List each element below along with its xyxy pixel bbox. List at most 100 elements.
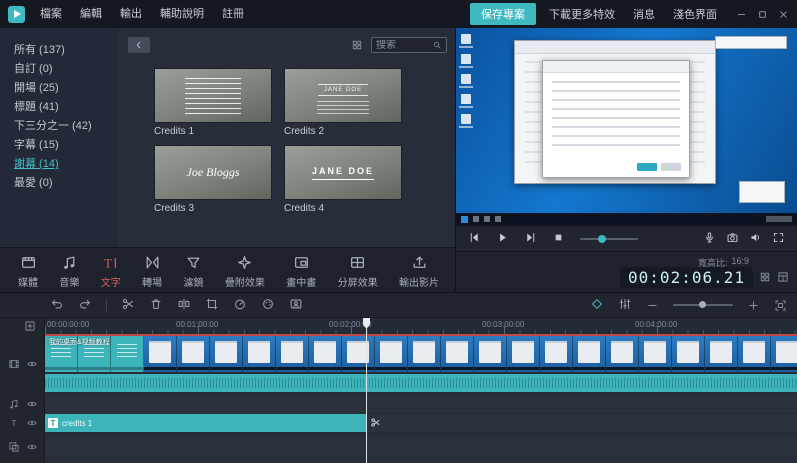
zoom-in-icon[interactable]: [747, 299, 760, 312]
grid-view-icon[interactable]: [351, 39, 363, 51]
mode-icon: T: [102, 254, 119, 271]
back-button[interactable]: [128, 37, 150, 53]
desktop-toolbar: [715, 36, 787, 49]
sidebar-item[interactable]: 開場 (25): [14, 79, 118, 98]
eye-icon[interactable]: [26, 358, 38, 370]
status-icon[interactable]: [759, 271, 771, 283]
timeline-tool-button[interactable]: [50, 297, 64, 314]
maximize-icon[interactable]: [757, 9, 768, 20]
transport-button[interactable]: [468, 231, 481, 247]
zoom-out-icon[interactable]: [646, 299, 659, 312]
mode-tab[interactable]: 音樂: [59, 254, 79, 292]
desktop-icons: [459, 34, 473, 128]
eye-icon[interactable]: [26, 398, 38, 410]
timeline-tool-icon: [233, 297, 247, 311]
history-buttons: [50, 297, 92, 314]
mode-tab[interactable]: 分屏效果: [338, 254, 378, 292]
timeline-tool-button[interactable]: [121, 297, 135, 314]
transport-button[interactable]: [552, 231, 565, 247]
mode-tab[interactable]: 輸出影片: [399, 254, 439, 292]
timeline-tool-button[interactable]: [149, 297, 163, 314]
timeline-tool-button[interactable]: [233, 297, 247, 314]
mode-label: 媒體: [18, 278, 38, 289]
timeline-tool-icon: [618, 297, 632, 311]
template-preview-text: JANE DOE: [311, 166, 374, 180]
template-thumbnail[interactable]: [154, 68, 272, 123]
template-thumbnail[interactable]: JANE DOE: [284, 145, 402, 200]
menu-item[interactable]: 註冊: [213, 0, 253, 28]
mode-tab[interactable]: 媒體: [18, 254, 38, 292]
system-tray: [766, 216, 792, 222]
mode-tab[interactable]: 轉場: [142, 254, 162, 292]
edit-buttons: [121, 297, 303, 314]
sidebar-item[interactable]: 標題 (41): [14, 98, 118, 117]
window-controls: [736, 9, 789, 20]
split-scissors-icon[interactable]: [370, 417, 381, 428]
preview-video-frame: [456, 28, 797, 225]
search-box[interactable]: [371, 37, 447, 53]
text-clip[interactable]: T credits 1: [45, 414, 366, 432]
eye-icon[interactable]: [26, 441, 38, 453]
transport-button[interactable]: [749, 231, 762, 247]
template-thumbnail[interactable]: JANE DOE: [284, 68, 402, 123]
timeline-tool-button[interactable]: [618, 297, 632, 314]
add-track-icon[interactable]: [24, 320, 36, 332]
mode-tab[interactable]: 濾鏡: [184, 254, 204, 292]
playhead[interactable]: [366, 318, 367, 463]
topbar-action[interactable]: 下載更多特效: [540, 6, 624, 22]
template-item[interactable]: Credits 1: [154, 68, 272, 137]
video-clip[interactable]: 我的桌面&视频教程: [45, 336, 797, 372]
transport-button[interactable]: [524, 231, 537, 247]
dialog-cancel-button: [661, 163, 681, 171]
volume-slider[interactable]: [580, 234, 638, 243]
close-icon[interactable]: [778, 9, 789, 20]
template-thumbnail[interactable]: Joe Bloggs: [154, 145, 272, 200]
mode-tab[interactable]: 疊附效果: [225, 254, 265, 292]
track-type-icon: [8, 358, 20, 370]
minimize-icon[interactable]: [736, 9, 747, 20]
svg-text:T: T: [11, 419, 16, 428]
transport-button[interactable]: [772, 231, 785, 247]
sidebar-item[interactable]: 所有 (137): [14, 41, 118, 60]
timeline-tool-button[interactable]: [261, 297, 275, 314]
search-input[interactable]: [376, 39, 429, 51]
sidebar-item[interactable]: 下三分之一 (42): [14, 117, 118, 136]
transport-button[interactable]: [496, 231, 509, 247]
status-icon[interactable]: [777, 271, 789, 283]
timeline-tool-button[interactable]: [289, 297, 303, 314]
sidebar-item[interactable]: 自訂 (0): [14, 60, 118, 79]
zoom-fit-icon[interactable]: [774, 299, 787, 312]
menu-item[interactable]: 輔助說明: [151, 0, 213, 28]
topbar-action[interactable]: 淺色界面: [664, 6, 726, 22]
mode-tab[interactable]: T 文字: [101, 254, 121, 292]
template-grid: Credits 1 JANE DOE Credits 2 Joe Bloggs: [154, 68, 447, 214]
sidebar-item[interactable]: 謝幕 (14): [14, 155, 118, 174]
volume-knob[interactable]: [598, 234, 606, 243]
zoom-knob[interactable]: [699, 301, 706, 308]
eye-icon[interactable]: [26, 417, 38, 429]
timeline-tool-icon: [149, 297, 163, 311]
mode-tab[interactable]: 畫中畫: [286, 254, 316, 292]
timeline-ruler[interactable]: 00:00:00:00 00:01:00:00 00:02:00:00 00:03:0…: [45, 318, 797, 334]
template-item[interactable]: JANE DOE Credits 4: [284, 145, 402, 214]
transport-button[interactable]: [726, 231, 739, 247]
menu-item[interactable]: 編輯: [71, 0, 111, 28]
audio-clip[interactable]: [45, 374, 797, 392]
text-clip-label: credits 1: [62, 418, 93, 428]
topbar-action[interactable]: 保存專案: [470, 3, 536, 25]
zoom-slider[interactable]: [673, 301, 733, 308]
timeline-tool-button[interactable]: [205, 297, 219, 314]
topbar-action[interactable]: 消息: [624, 6, 664, 22]
menu-item[interactable]: 檔案: [31, 0, 71, 28]
mode-label: 音樂: [59, 278, 80, 289]
menu-item[interactable]: 輸出: [111, 0, 151, 28]
sidebar-item[interactable]: 字幕 (15): [14, 136, 118, 155]
template-item[interactable]: Joe Bloggs Credits 3: [154, 145, 272, 214]
template-item[interactable]: JANE DOE Credits 2: [284, 68, 402, 137]
timeline-tool-button[interactable]: [177, 297, 191, 314]
timeline-tool-button[interactable]: [78, 297, 92, 314]
timeline-tool-button[interactable]: [590, 297, 604, 314]
sidebar-item[interactable]: 最愛 (0): [14, 174, 118, 193]
mode-icon: [411, 254, 428, 271]
transport-button[interactable]: [703, 231, 716, 247]
